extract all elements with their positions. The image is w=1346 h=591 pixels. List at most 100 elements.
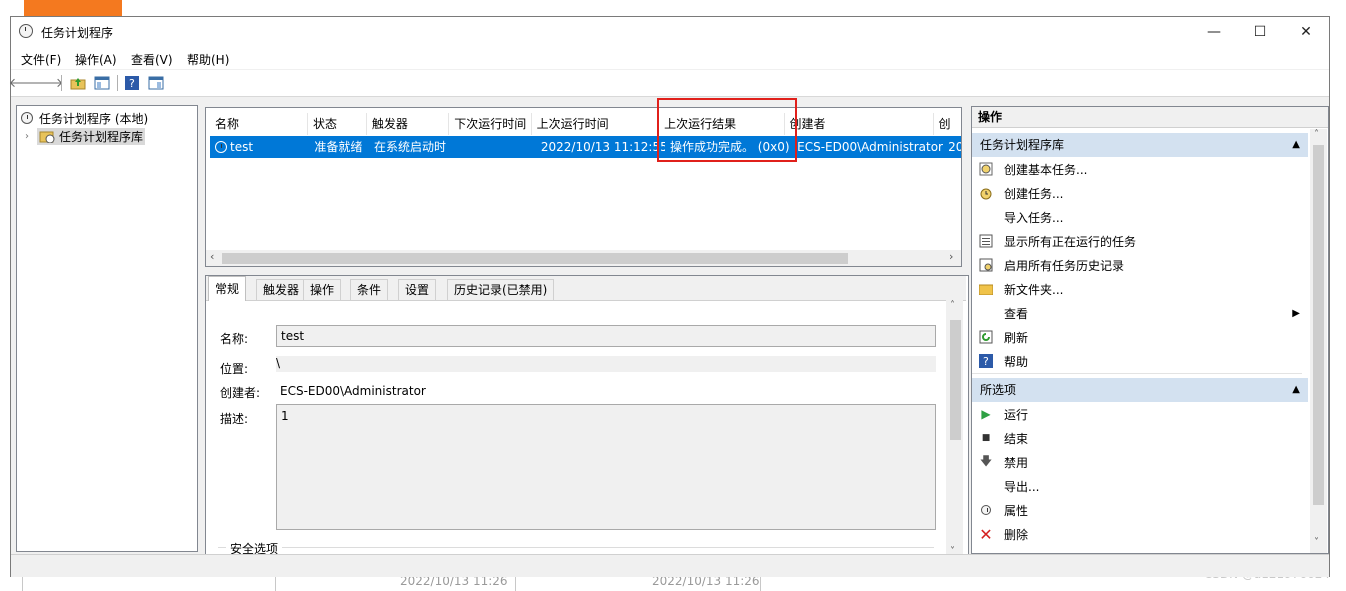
submenu-arrow-icon: ▶ xyxy=(1292,307,1300,319)
action-create-task[interactable]: 创建任务... xyxy=(972,181,1302,205)
action-new-folder[interactable]: 新文件夹... xyxy=(972,277,1302,301)
column-header-trigger[interactable]: 触发器 xyxy=(367,113,450,135)
action-end[interactable]: ■ 结束 xyxy=(972,426,1302,450)
collapse-icon[interactable]: ▲ xyxy=(1292,378,1300,402)
background-orange-block xyxy=(24,0,122,16)
show-hide-action-pane-icon[interactable] xyxy=(147,74,165,92)
task-icon xyxy=(978,185,994,201)
history-icon xyxy=(978,257,994,273)
section-title: 任务计划程序库 xyxy=(980,138,1065,152)
action-label: 结束 xyxy=(1004,431,1029,446)
scroll-down-icon[interactable]: ˅ xyxy=(1314,537,1319,548)
action-disable[interactable]: 🡇 禁用 xyxy=(972,450,1302,474)
author-value: ECS-ED00\Administrator xyxy=(280,384,426,398)
close-button[interactable]: ✕ xyxy=(1283,17,1329,47)
name-label: 名称: xyxy=(220,332,249,346)
collapse-icon[interactable]: ▲ xyxy=(1292,133,1300,157)
horizontal-scrollbar[interactable]: ‹ › xyxy=(206,250,961,266)
menu-action[interactable]: 操作(A) xyxy=(75,51,117,68)
tree-item-library[interactable]: › 任务计划程序库 xyxy=(17,127,197,145)
action-label: 导出... xyxy=(1004,479,1040,494)
action-create-basic-task[interactable]: 创建基本任务... xyxy=(972,157,1302,181)
actions-pane: 操作 任务计划程序库 ▲ 创建基本任务... 创建任务... 导入任务... 显… xyxy=(971,106,1329,554)
annotation-highlight-box xyxy=(657,98,797,162)
tab-history[interactable]: 历史记录(已禁用) xyxy=(447,279,555,300)
scrollbar-thumb[interactable] xyxy=(1313,145,1324,505)
action-label: 属性 xyxy=(1004,503,1029,518)
action-label: 删除 xyxy=(1004,527,1029,542)
tab-general[interactable]: 常规 xyxy=(208,276,247,301)
menu-file[interactable]: 文件(F) xyxy=(21,51,61,68)
scroll-right-icon[interactable]: › xyxy=(949,250,953,263)
action-label: 创建任务... xyxy=(1004,186,1064,201)
cell-name: test xyxy=(210,136,309,158)
section-header-library[interactable]: 任务计划程序库 ▲ xyxy=(972,133,1308,157)
list-header: 名称 状态 触发器 下次运行时间 上次运行时间 上次运行结果 创建者 创 xyxy=(206,113,962,135)
action-delete[interactable]: ✕ 删除 xyxy=(972,522,1302,546)
minimize-button[interactable]: — xyxy=(1191,17,1237,47)
refresh-icon xyxy=(978,329,994,345)
title-bar: 任务计划程序 — ☐ ✕ xyxy=(11,17,1329,47)
action-label: 创建基本任务... xyxy=(1004,162,1088,177)
menu-help[interactable]: 帮助(H) xyxy=(187,51,229,68)
actions-scrollbar[interactable]: ˄ ˅ xyxy=(1310,129,1327,553)
help-icon: ? xyxy=(978,353,994,369)
action-run[interactable]: ▶ 运行 xyxy=(972,402,1302,426)
cell-status: 准备就绪 xyxy=(314,140,363,154)
task-list: 名称 状态 触发器 下次运行时间 上次运行时间 上次运行结果 创建者 创 tes… xyxy=(205,107,962,267)
cell-next-run xyxy=(452,136,535,158)
task-detail-pane: 常规 触发器 操作 条件 设置 历史记录(已禁用) 名称: test 位置: \… xyxy=(205,275,969,562)
up-folder-icon[interactable] xyxy=(69,74,87,92)
table-row[interactable]: test 准备就绪 在系统启动时 2022/10/13 11:12:55 操作成… xyxy=(210,136,961,158)
column-header-name[interactable]: 名称 xyxy=(210,113,309,135)
action-properties[interactable]: 属性 xyxy=(972,498,1302,522)
action-label: 查看 xyxy=(1004,306,1029,321)
tab-settings[interactable]: 设置 xyxy=(398,279,437,300)
column-header-next-run[interactable]: 下次运行时间 xyxy=(449,113,532,135)
tab-actions[interactable]: 操作 xyxy=(303,279,342,300)
chevron-right-icon[interactable]: › xyxy=(25,131,37,142)
scrollbar-thumb[interactable] xyxy=(222,253,848,264)
tree-item-root[interactable]: 任务计划程序 (本地) xyxy=(17,109,197,127)
action-help[interactable]: ? 帮助 xyxy=(972,349,1302,373)
menu-bar: 文件(F) 操作(A) 查看(V) 帮助(H) xyxy=(11,47,1329,69)
tree-item-label: 任务计划程序 (本地) xyxy=(39,111,149,126)
action-show-running-tasks[interactable]: 显示所有正在运行的任务 xyxy=(972,229,1302,253)
description-field[interactable]: 1 xyxy=(276,404,936,530)
column-header-last-run[interactable]: 上次运行时间 xyxy=(532,113,660,135)
folder-icon xyxy=(978,281,994,297)
section-header-selected[interactable]: 所选项 ▲ xyxy=(972,378,1308,402)
column-header-author[interactable]: 创建者 xyxy=(785,113,934,135)
folder-clock-icon xyxy=(39,131,55,143)
properties-icon xyxy=(978,502,994,518)
tab-conditions[interactable]: 条件 xyxy=(350,279,389,300)
action-refresh[interactable]: 刷新 xyxy=(972,325,1302,349)
tab-triggers[interactable]: 触发器 xyxy=(256,279,307,300)
vertical-scrollbar[interactable]: ˄ ˅ xyxy=(946,300,963,561)
action-label: 禁用 xyxy=(1004,455,1029,470)
delete-icon: ✕ xyxy=(979,524,993,544)
action-import-task[interactable]: 导入任务... xyxy=(972,205,1302,229)
show-hide-console-tree-icon[interactable] xyxy=(93,74,111,92)
disable-arrow-icon: 🡇 xyxy=(979,453,993,468)
scroll-left-icon[interactable]: ‹ xyxy=(210,250,214,263)
scroll-up-icon[interactable]: ˄ xyxy=(1314,129,1319,140)
name-field[interactable]: test xyxy=(276,325,936,347)
action-view[interactable]: 查看 ▶ xyxy=(972,301,1302,325)
action-enable-history[interactable]: 启用所有任务历史记录 xyxy=(972,253,1302,277)
scrollbar-thumb[interactable] xyxy=(950,320,961,440)
tree-item-selected[interactable]: 任务计划程序库 xyxy=(37,127,146,145)
action-export[interactable]: 导出... xyxy=(972,474,1302,498)
help-icon[interactable]: ? xyxy=(123,74,141,92)
group-divider xyxy=(218,547,934,548)
menu-view[interactable]: 查看(V) xyxy=(131,51,173,68)
clock-icon xyxy=(215,141,227,153)
actions-title: 操作 xyxy=(972,107,1328,128)
background-divider xyxy=(515,575,516,591)
toolbar: 🡐 🡒 ? xyxy=(9,70,1329,97)
column-header-status[interactable]: 状态 xyxy=(308,113,367,135)
forward-arrow-icon[interactable]: 🡒 xyxy=(29,74,64,92)
scroll-up-icon[interactable]: ˄ xyxy=(950,300,955,311)
maximize-button[interactable]: ☐ xyxy=(1237,17,1283,47)
column-header-created[interactable]: 创 xyxy=(934,113,962,135)
